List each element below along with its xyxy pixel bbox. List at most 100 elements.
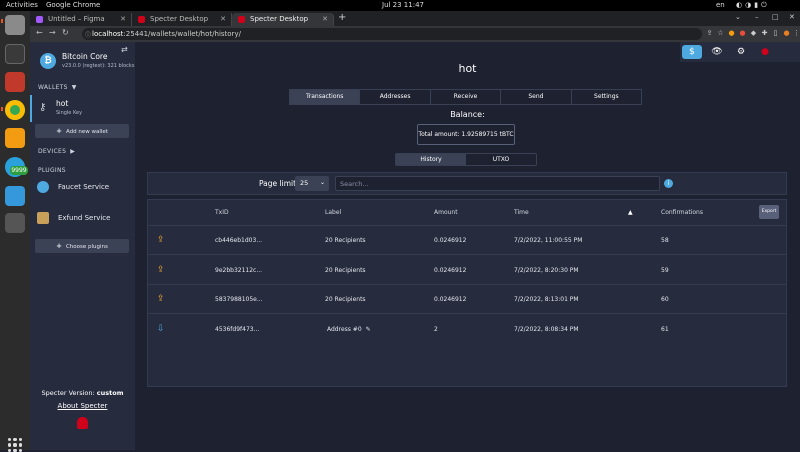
gear-icon[interactable]: ⚙ [731,45,751,59]
plugin-exfund[interactable]: Exfund Service [37,212,132,226]
monitor-app-icon[interactable] [5,72,25,92]
outgoing-icon: ⇪ [157,235,165,245]
address-bar[interactable]: ⓘ localhost:25441/wallets/wallet/hot/his… [82,28,702,40]
tab-receive[interactable]: Receive [431,90,502,104]
plugin-faucet[interactable]: Faucet Service [37,181,132,195]
search-input[interactable]: Search... [335,176,660,191]
tab-transactions[interactable]: Transactions [290,90,361,104]
sort-ascending-icon[interactable]: ▲ [628,209,633,216]
sublime-text-icon[interactable] [5,128,25,148]
extension-icon[interactable]: ● [738,29,747,38]
reload-icon[interactable]: ↻ [62,28,69,37]
figma-icon [36,16,43,23]
column-time[interactable]: Time [514,209,529,216]
txid-cell[interactable]: 4536fd9f473... [215,326,259,333]
about-specter-link[interactable]: About Specter [30,402,135,410]
tab-settings[interactable]: Settings [572,90,641,104]
minimize-icon[interactable]: – [755,13,759,21]
tab-title: Untitled – Figma [48,15,105,23]
table-row[interactable]: ⇩ 4536fd9f473... Address #0 ✎ 2 7/2/2022,… [148,315,786,344]
maximize-icon[interactable]: □ [772,13,779,21]
activities-button[interactable]: Activities [6,1,38,9]
add-wallet-button[interactable]: + Add new wallet [35,124,129,138]
close-icon[interactable]: ✕ [120,15,126,23]
star-icon[interactable]: ☆ [716,29,725,38]
incoming-icon: ⇩ [157,324,165,334]
back-icon[interactable]: ← [36,28,43,37]
plus-icon: + [56,127,62,135]
close-window-icon[interactable]: ✕ [789,13,795,21]
system-tray-icons[interactable]: ◐◑▮⏻ [736,1,770,10]
new-tab-button[interactable]: + [338,12,346,23]
wallets-label: WALLETS [38,84,68,91]
browser-tab[interactable]: Specter Desktop ✕ [132,13,232,26]
faucet-icon [37,181,49,193]
label-cell[interactable]: 20 Recipients [325,237,366,244]
label-cell[interactable]: 20 Recipients [325,296,366,303]
table-row[interactable]: ⇪ 9e2bb32112c... 20 Recipients 0.0246912… [148,256,786,285]
wallets-section-toggle[interactable]: WALLETS ▼ [38,84,77,91]
devices-section-toggle[interactable]: DEVICES ▶ [38,148,75,155]
plugin-label: Exfund Service [58,214,111,222]
forward-icon[interactable]: → [49,28,56,37]
tab-send[interactable]: Send [501,90,572,104]
tab-addresses[interactable]: Addresses [360,90,431,104]
choose-plugins-button[interactable]: + Choose plugins [35,239,129,253]
column-label[interactable]: Label [325,209,341,216]
misc-app-icon[interactable] [5,213,25,233]
close-icon[interactable]: ✕ [322,15,328,23]
extension-icon[interactable]: ● [727,29,736,38]
tab-utxo[interactable]: UTXO [466,154,536,165]
extensions-puzzle-icon[interactable]: ✚ [760,29,769,38]
label-text: Address #0 [327,326,362,333]
eye-icon[interactable]: 👁 [707,45,727,59]
chevron-down-icon[interactable]: ⌄ [735,13,741,21]
txid-cell[interactable]: cb446eb1d03... [215,237,262,244]
txid-cell[interactable]: 9e2bb32112c... [215,267,262,274]
plugin-label: Faucet Service [58,183,110,191]
txid-cell[interactable]: 5837988105e... [215,296,263,303]
sidepanel-icon[interactable]: ▯ [771,29,780,38]
wallet-type: Single Key [56,110,83,116]
sidebar-item-wallet-hot[interactable]: ⚷ hot Single Key [30,95,135,122]
tab-history[interactable]: History [396,154,466,165]
help-icon[interactable]: i [664,179,673,188]
info-icon[interactable]: ⓘ [85,30,91,39]
terminal-icon[interactable] [5,44,25,64]
extension-icon[interactable]: ◆ [749,29,758,38]
column-confirmations[interactable]: Confirmations [661,209,703,216]
switch-node-icon[interactable]: ⇄ [121,45,128,54]
files-icon[interactable] [5,15,25,35]
label-cell[interactable]: Address #0 ✎ [327,326,371,333]
browser-tab[interactable]: Untitled – Figma ✕ [30,13,132,26]
chrome-icon[interactable] [5,100,25,120]
choose-plugins-label: Choose plugins [65,244,108,250]
table-row[interactable]: ⇪ 5837988105e... 20 Recipients 0.0246912… [148,285,786,314]
profile-avatar[interactable]: ● [782,29,791,38]
transactions-table: TxID Label Amount Time ▲ Confirmations E… [147,199,787,387]
share-icon[interactable]: ⇪ [705,29,714,38]
column-amount[interactable]: Amount [434,209,458,216]
column-txid[interactable]: TxID [215,209,229,216]
time-cell: 7/2/2022, 8:08:34 PM [514,326,579,333]
label-cell[interactable]: 20 Recipients [325,267,366,274]
version-value: custom [96,389,124,397]
bitcoin-units-icon[interactable]: $ [682,45,702,59]
node-title[interactable]: Bitcoin Core [62,52,107,61]
add-wallet-label: Add new wallet [65,129,108,135]
edit-pencil-icon[interactable]: ✎ [366,326,371,333]
page-limit-select[interactable]: 25 ⌄ [295,176,329,191]
page-title: hot [458,62,477,75]
specter-ghost-logo [77,417,88,429]
time-cell: 7/2/2022, 8:13:01 PM [514,296,579,303]
app-store-icon[interactable] [5,186,25,206]
kebab-menu-icon[interactable]: ⋮ [792,29,800,38]
close-icon[interactable]: ✕ [220,15,226,23]
app-menu[interactable]: Google Chrome [46,1,100,9]
table-row[interactable]: ⇪ cb446eb1d03... 20 Recipients 0.0246912… [148,226,786,255]
export-button[interactable]: Export [759,205,779,219]
clock[interactable]: Jul 23 11:47 [382,1,424,9]
browser-tab-active[interactable]: Specter Desktop ✕ [232,13,334,26]
specter-ghost-icon[interactable]: ● [755,45,775,59]
language-indicator[interactable]: en [716,1,725,9]
